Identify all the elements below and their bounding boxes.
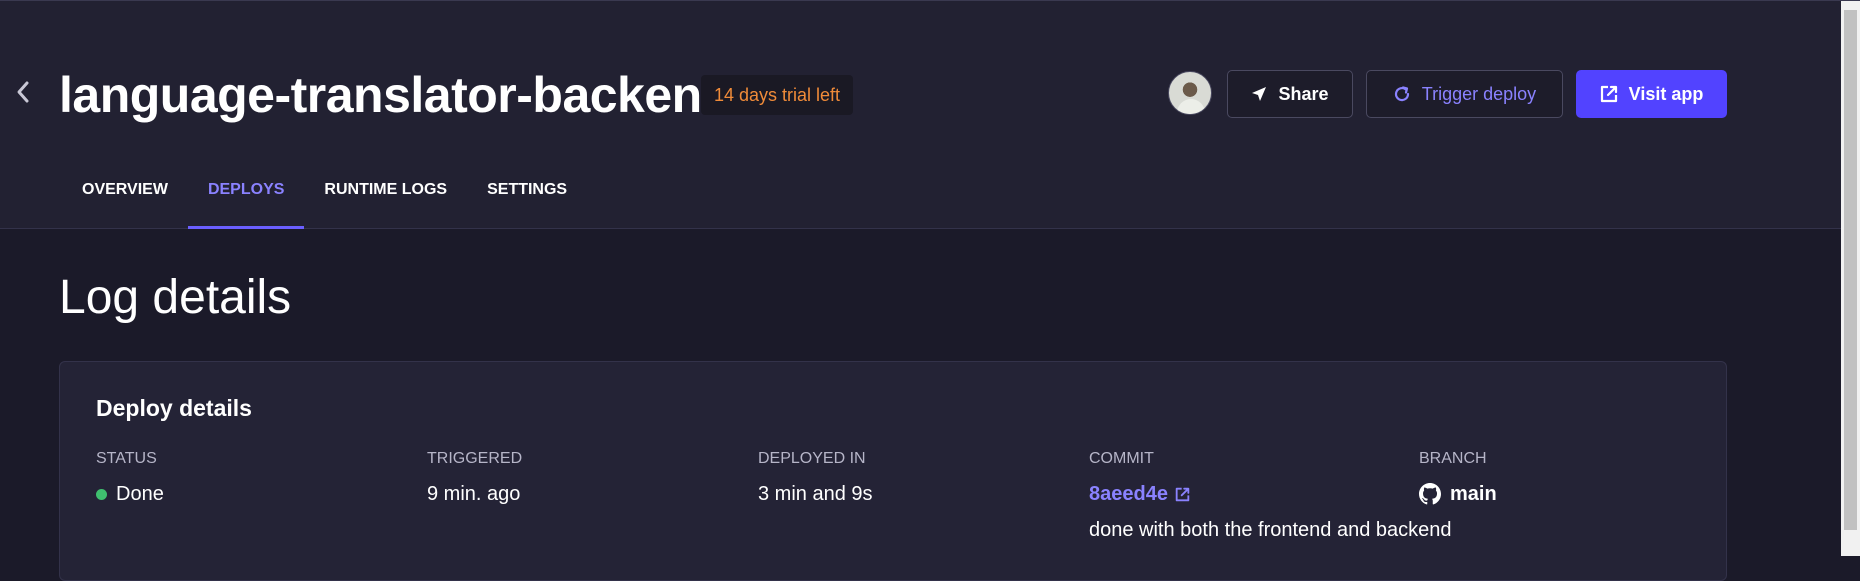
branch-value: main [1450,483,1497,505]
branch-column: BRANCH main [1419,449,1497,507]
back-button[interactable] [12,77,34,107]
deployed-in-value: 3 min and 9s [758,483,873,505]
status-value: Done [116,483,164,505]
triggered-label: TRIGGERED [427,450,523,467]
visit-app-label: Visit app [1628,83,1704,104]
deploy-details-card: Deploy details STATUS Done TRIGGERED 9 m… [59,361,1727,581]
tab-runtime-logs[interactable]: RUNTIME LOGS [304,169,467,229]
share-button[interactable]: Share [1227,70,1353,118]
deployed-in-label: DEPLOYED IN [758,450,866,467]
commit-label: COMMIT [1089,450,1154,467]
app-title: language-translator-backend [59,67,732,123]
commit-column: COMMIT 8aeed4e done with both the fronte… [1089,449,1452,543]
app-header: language-translator-backend 14 days tria… [0,1,1841,229]
deployed-in-column: DEPLOYED IN 3 min and 9s [758,449,873,507]
tab-settings[interactable]: SETTINGS [467,169,587,229]
commit-link[interactable]: 8aeed4e [1089,481,1190,507]
github-icon [1419,483,1441,505]
card-title: Deploy details [96,395,252,421]
scrollbar-thumb[interactable] [1844,10,1857,530]
branch-value-row: main [1419,481,1497,507]
share-label: Share [1278,83,1329,104]
external-link-icon [1175,487,1190,501]
tab-bar: OVERVIEW DEPLOYS RUNTIME LOGS SETTINGS [62,169,587,229]
page-title: Log details [59,271,292,324]
trigger-deploy-label: Trigger deploy [1421,83,1537,104]
visit-app-button[interactable]: Visit app [1576,70,1727,118]
commit-hash: 8aeed4e [1089,483,1168,505]
tab-deploys[interactable]: DEPLOYS [187,169,305,229]
triggered-value: 9 min. ago [427,483,521,505]
commit-value-row: 8aeed4e [1089,481,1452,507]
status-value-row: Done [96,481,164,507]
status-dot-icon [96,488,107,500]
refresh-icon [1394,86,1409,102]
chevron-left-icon [17,81,29,103]
triggered-column: TRIGGERED 9 min. ago [427,449,522,507]
status-label: STATUS [96,450,157,467]
commit-message: done with both the frontend and backend [1089,519,1452,541]
avatar[interactable] [1168,71,1212,115]
trial-badge: 14 days trial left [701,75,854,115]
external-link-icon [1600,85,1617,103]
status-column: STATUS Done [96,449,164,507]
branch-label: BRANCH [1419,450,1487,467]
trigger-deploy-button[interactable]: Trigger deploy [1366,70,1563,118]
send-icon [1252,87,1267,101]
tab-overview[interactable]: OVERVIEW [62,169,188,229]
